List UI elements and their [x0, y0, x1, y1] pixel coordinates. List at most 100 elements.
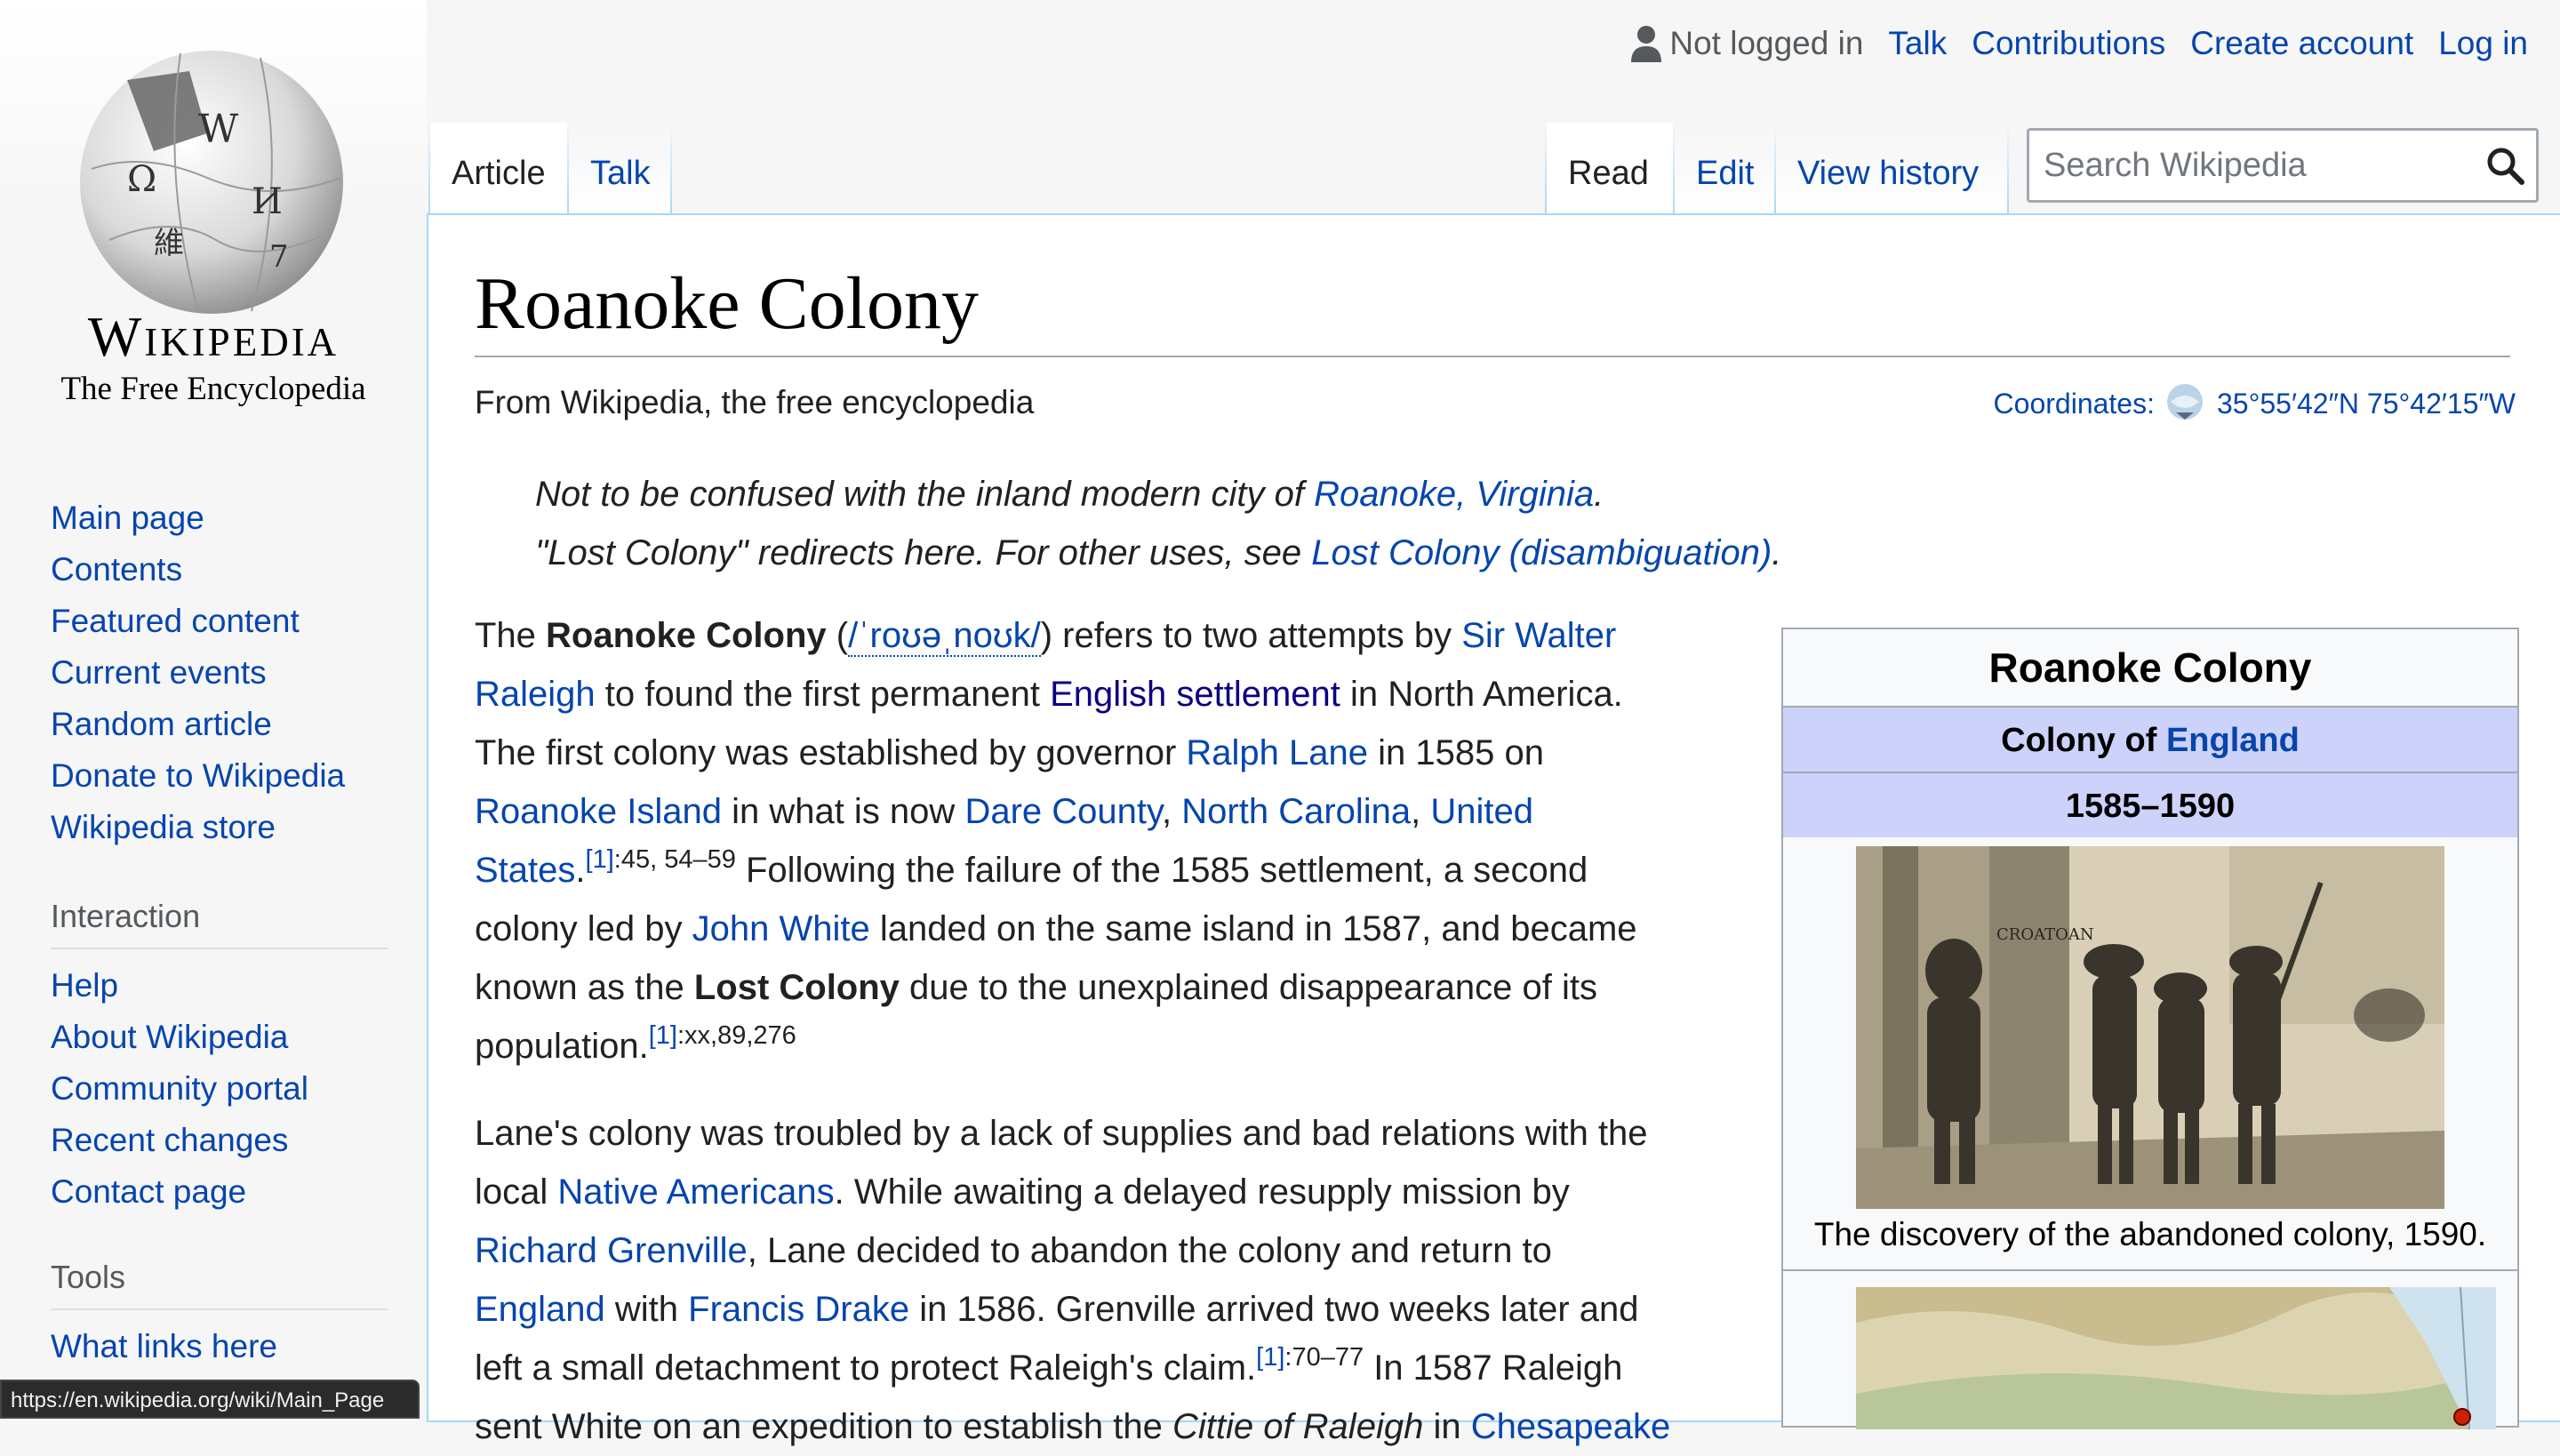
text: In 1587 Raleigh: [1364, 1348, 1622, 1388]
tools-heading: Tools: [51, 1255, 388, 1310]
english-settlement-link[interactable]: English settlement: [1050, 675, 1340, 714]
content-area: Roanoke Colony From Wikipedia, the free …: [427, 213, 2560, 1422]
tab-edit[interactable]: Edit: [1675, 123, 1774, 215]
hatnote-lost-colony: "Lost Colony" redirects here. For other …: [535, 533, 1781, 573]
text: Lane's colony was troubled by a lack of …: [475, 1114, 1648, 1153]
tab-view-history[interactable]: View history: [1776, 123, 2007, 215]
location-marker-icon: [2454, 1409, 2470, 1425]
tab-separator: [670, 123, 672, 215]
svg-text:Ω: Ω: [127, 159, 156, 200]
text: ,: [1411, 792, 1430, 831]
text: with: [605, 1290, 688, 1329]
italic-term: Cittie of Raleigh: [1172, 1407, 1423, 1446]
wikipedia-wordmark: Wikipedia: [49, 304, 378, 370]
tab-talk[interactable]: Talk: [569, 123, 670, 215]
interaction-portal: Interaction Help About Wikipedia Communi…: [51, 894, 406, 1218]
interaction-heading: Interaction: [51, 894, 388, 949]
text: left a small detachment to protect Ralei…: [475, 1348, 1256, 1388]
nav-community-portal[interactable]: Community portal: [51, 1070, 308, 1107]
nav-about-wikipedia[interactable]: About Wikipedia: [51, 1019, 288, 1055]
raleigh-link[interactable]: Raleigh: [475, 675, 596, 714]
richard-grenville-link[interactable]: Richard Grenville: [475, 1231, 748, 1270]
coordinates-label[interactable]: Coordinates:: [1994, 388, 2155, 420]
nav-contact-page[interactable]: Contact page: [51, 1173, 246, 1210]
intro-paragraph-2: Lane's colony was troubled by a lack of …: [475, 1104, 1772, 1456]
nav-random-article[interactable]: Random article: [51, 706, 272, 742]
not-logged-in-label: Not logged in: [1669, 25, 1863, 62]
search-icon[interactable]: [2484, 145, 2525, 186]
log-in-link[interactable]: Log in: [2438, 25, 2528, 62]
svg-text:W: W: [198, 107, 239, 152]
ipa-pronunciation[interactable]: /ˈroʊəˌnoʊk/: [848, 616, 1041, 657]
john-white-link[interactable]: John White: [692, 909, 870, 948]
coordinates-value[interactable]: 35°55′42″N 75°42′15″W: [2217, 388, 2516, 420]
relief-map-image: [1856, 1287, 2496, 1429]
citation-1[interactable]: [1]: [649, 1021, 677, 1050]
nav-help[interactable]: Help: [51, 967, 118, 1004]
text: due to the unexplained disappearance of …: [900, 968, 1597, 1007]
hatnote-text: Not to be confused with the inland moder…: [535, 475, 1314, 514]
infobox-subtitle: Colony of England: [1783, 706, 2517, 772]
united-link[interactable]: United: [1430, 792, 1533, 831]
text: in: [1423, 1407, 1470, 1446]
nav-recent-changes[interactable]: Recent changes: [51, 1122, 288, 1158]
infobox-subtitle-text: Colony of: [2001, 722, 2166, 759]
intro-paragraph-1: The Roanoke Colony (/ˈroʊəˌnoʊk/) refers…: [475, 606, 1772, 1076]
personal-talk-link[interactable]: Talk: [1888, 25, 1947, 62]
north-carolina-link[interactable]: North Carolina: [1181, 792, 1411, 831]
search-input[interactable]: [2044, 140, 2470, 191]
tab-article[interactable]: Article: [430, 123, 567, 215]
text: , Lane decided to abandon the colony and…: [748, 1231, 1552, 1270]
create-account-link[interactable]: Create account: [2190, 25, 2413, 62]
sir-walter-link[interactable]: Sir Walter: [1461, 616, 1616, 655]
dare-county-link[interactable]: Dare County: [964, 792, 1162, 831]
states-link[interactable]: States: [475, 851, 575, 890]
nav-main-page[interactable]: Main page: [51, 500, 204, 536]
infobox-title: Roanoke Colony: [1783, 629, 2517, 706]
lost-colony-disambiguation-link[interactable]: Lost Colony (disambiguation): [1311, 533, 1772, 572]
wikipedia-logo[interactable]: W Ω И 維 7 Wikipedia The Free Encyclopedi…: [49, 27, 378, 409]
text: to found the first permanent: [596, 675, 1050, 714]
croatoan-carving-text: CROATOAN: [1996, 925, 2094, 944]
citation-pages: :xx,89,276: [677, 1021, 796, 1050]
native-americans-link[interactable]: Native Americans: [557, 1172, 834, 1212]
infobox-location-map[interactable]: [1856, 1287, 2496, 1429]
text: landed on the same island in 1587, and b…: [870, 909, 1637, 948]
nav-wikipedia-store[interactable]: Wikipedia store: [51, 809, 276, 845]
hatnote-text: .: [1594, 475, 1604, 514]
tab-read[interactable]: Read: [1547, 123, 1673, 215]
citation-1[interactable]: [1]: [586, 845, 614, 874]
svg-text:維: 維: [154, 226, 184, 261]
nav-what-links-here[interactable]: What links here: [51, 1328, 277, 1364]
svg-text:И: И: [252, 181, 283, 222]
tools-portal: Tools What links here: [51, 1255, 406, 1372]
text: The: [475, 616, 546, 655]
ralph-lane-link[interactable]: Ralph Lane: [1186, 733, 1368, 772]
nav-donate[interactable]: Donate to Wikipedia: [51, 757, 345, 794]
francis-drake-link[interactable]: Francis Drake: [688, 1290, 909, 1329]
infobox-divider: [1783, 1269, 2517, 1271]
hatnote-text: .: [1772, 533, 1781, 572]
nav-current-events[interactable]: Current events: [51, 654, 267, 691]
chesapeake-link[interactable]: Chesapeake: [1471, 1407, 1671, 1446]
infobox-image-caption: The discovery of the abandoned colony, 1…: [1783, 1216, 2517, 1253]
text: local: [475, 1172, 557, 1212]
puzzle-globe-icon: W Ω И 維 7: [74, 44, 349, 320]
text: Following the failure of the 1585 settle…: [736, 851, 1588, 890]
roanoke-virginia-link[interactable]: Roanoke, Virginia: [1314, 475, 1594, 514]
nav-featured-content[interactable]: Featured content: [51, 603, 300, 639]
user-icon: [1630, 25, 1662, 62]
infobox-england-link[interactable]: England: [2166, 722, 2300, 759]
roanoke-island-link[interactable]: Roanoke Island: [475, 792, 722, 831]
site-subtitle: From Wikipedia, the free encyclopedia: [475, 384, 1034, 421]
contributions-link[interactable]: Contributions: [1972, 25, 2165, 62]
text: population.: [475, 1027, 649, 1066]
nav-contents[interactable]: Contents: [51, 551, 182, 588]
bold-term: Roanoke Colony: [546, 616, 827, 655]
wikimedia-globe-icon[interactable]: [2164, 382, 2206, 425]
infobox-image[interactable]: CROATOAN: [1856, 846, 2444, 1209]
hatnote-roanoke-virginia: Not to be confused with the inland moder…: [535, 475, 1604, 515]
citation-1[interactable]: [1]: [1256, 1343, 1284, 1372]
england-link[interactable]: England: [475, 1290, 605, 1329]
text: The first colony was established by gove…: [475, 733, 1186, 772]
